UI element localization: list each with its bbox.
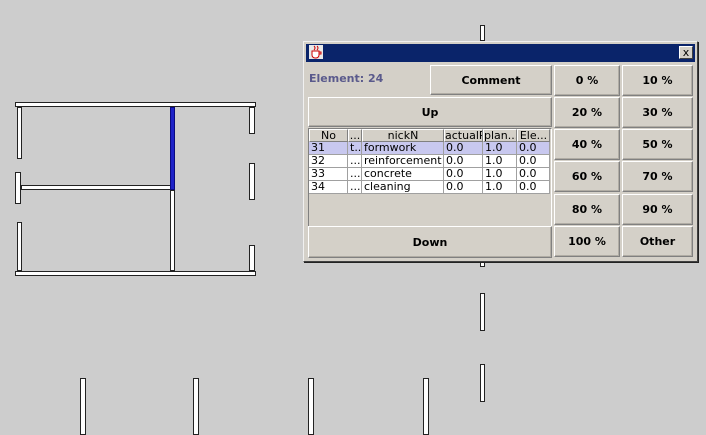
- table-row[interactable]: 31t...formwork0.01.00.0: [309, 142, 550, 155]
- column-header-flag[interactable]: ...: [348, 129, 362, 142]
- percent-40-button[interactable]: 40 %: [554, 129, 620, 160]
- wall-element[interactable]: [480, 293, 485, 331]
- cell-planned: 1.0: [483, 142, 517, 155]
- element-label: Element: 24: [309, 72, 384, 85]
- column-header-no[interactable]: No: [309, 129, 348, 142]
- cell-element: 0.0: [517, 168, 550, 181]
- wall-element[interactable]: [249, 163, 255, 200]
- comment-button[interactable]: Comment: [430, 65, 552, 95]
- wall-element[interactable]: [249, 107, 255, 134]
- cell-element: 0.0: [517, 142, 550, 155]
- up-button[interactable]: Up: [308, 97, 552, 127]
- percent-90-button[interactable]: 90 %: [622, 194, 693, 225]
- percent-80-button[interactable]: 80 %: [554, 194, 620, 225]
- table-row[interactable]: 32... reinforcement 0.0 1.0 0.0: [309, 155, 550, 168]
- cell-element: 0.0: [517, 155, 550, 168]
- wall-element[interactable]: [308, 378, 314, 435]
- cell-flag: ...: [348, 155, 362, 168]
- percent-70-button[interactable]: 70 %: [622, 161, 693, 192]
- percent-100-button[interactable]: 100 %: [554, 226, 620, 257]
- cell-nickname: formwork: [362, 142, 444, 155]
- wall-element[interactable]: [15, 102, 256, 107]
- tasks-table[interactable]: No...nickNactualPplan...Ele...31t...form…: [308, 128, 552, 231]
- wall-element[interactable]: [480, 364, 485, 402]
- percent-0-button[interactable]: 0 %: [554, 65, 620, 96]
- cell-nickname: concrete: [362, 168, 444, 181]
- column-header-planned[interactable]: plan...: [483, 129, 517, 142]
- cell-no: 31: [309, 142, 348, 155]
- table-header-row[interactable]: No... nickN actualP plan... Ele...: [309, 129, 550, 142]
- percent-50-button[interactable]: 50 %: [622, 129, 693, 160]
- wall-element[interactable]: [17, 107, 22, 159]
- wall-element[interactable]: [15, 271, 256, 276]
- cell-flag: ...: [348, 181, 362, 194]
- cell-planned: 1.0: [483, 155, 517, 168]
- percent-20-button[interactable]: 20 %: [554, 97, 620, 128]
- cell-actual-progress: 0.0: [444, 142, 483, 155]
- column-header-actual-progress[interactable]: actualP: [444, 129, 483, 142]
- progress-dialog: x Element: 24 Comment Up No... nickN actua…: [303, 41, 698, 262]
- percent-10-button[interactable]: 10 %: [622, 65, 693, 96]
- wall-element[interactable]: [480, 262, 485, 267]
- wall-element[interactable]: [17, 222, 22, 271]
- cell-nickname: cleaning: [362, 181, 444, 194]
- cell-flag: t...: [348, 142, 362, 155]
- column-header-element[interactable]: Ele...: [517, 129, 550, 142]
- selected-wall-element[interactable]: [170, 107, 175, 190]
- wall-element[interactable]: [480, 25, 485, 41]
- cell-flag: ...: [348, 168, 362, 181]
- java-cup-icon: [309, 45, 323, 59]
- cell-element: 0.0: [517, 181, 550, 194]
- cell-no: 34: [309, 181, 348, 194]
- wall-element[interactable]: [21, 185, 171, 190]
- cell-actual-progress: 0.0: [444, 168, 483, 181]
- column-header-nickname[interactable]: nickN: [362, 129, 444, 142]
- other-percent-button[interactable]: Other: [622, 226, 693, 257]
- percent-60-button[interactable]: 60 %: [554, 161, 620, 192]
- percent-30-button[interactable]: 30 %: [622, 97, 693, 128]
- wall-element[interactable]: [193, 378, 199, 435]
- cell-no: 32: [309, 155, 348, 168]
- table-row[interactable]: 34... cleaning 0.0 1.0 0.0: [309, 181, 550, 194]
- wall-element[interactable]: [423, 378, 429, 435]
- cell-planned: 1.0: [483, 181, 517, 194]
- wall-element[interactable]: [170, 190, 175, 271]
- close-icon[interactable]: x: [679, 46, 693, 59]
- down-button[interactable]: Down: [308, 226, 552, 258]
- cell-actual-progress: 0.0: [444, 181, 483, 194]
- wall-element[interactable]: [249, 245, 255, 271]
- cell-planned: 1.0: [483, 168, 517, 181]
- wall-element[interactable]: [80, 378, 86, 435]
- cell-actual-progress: 0.0: [444, 155, 483, 168]
- table-row[interactable]: 33... concrete 0.0 1.0 0.0: [309, 168, 550, 181]
- dialog-titlebar[interactable]: x: [306, 44, 695, 62]
- cell-nickname: reinforcement: [362, 155, 444, 168]
- cell-no: 33: [309, 168, 348, 181]
